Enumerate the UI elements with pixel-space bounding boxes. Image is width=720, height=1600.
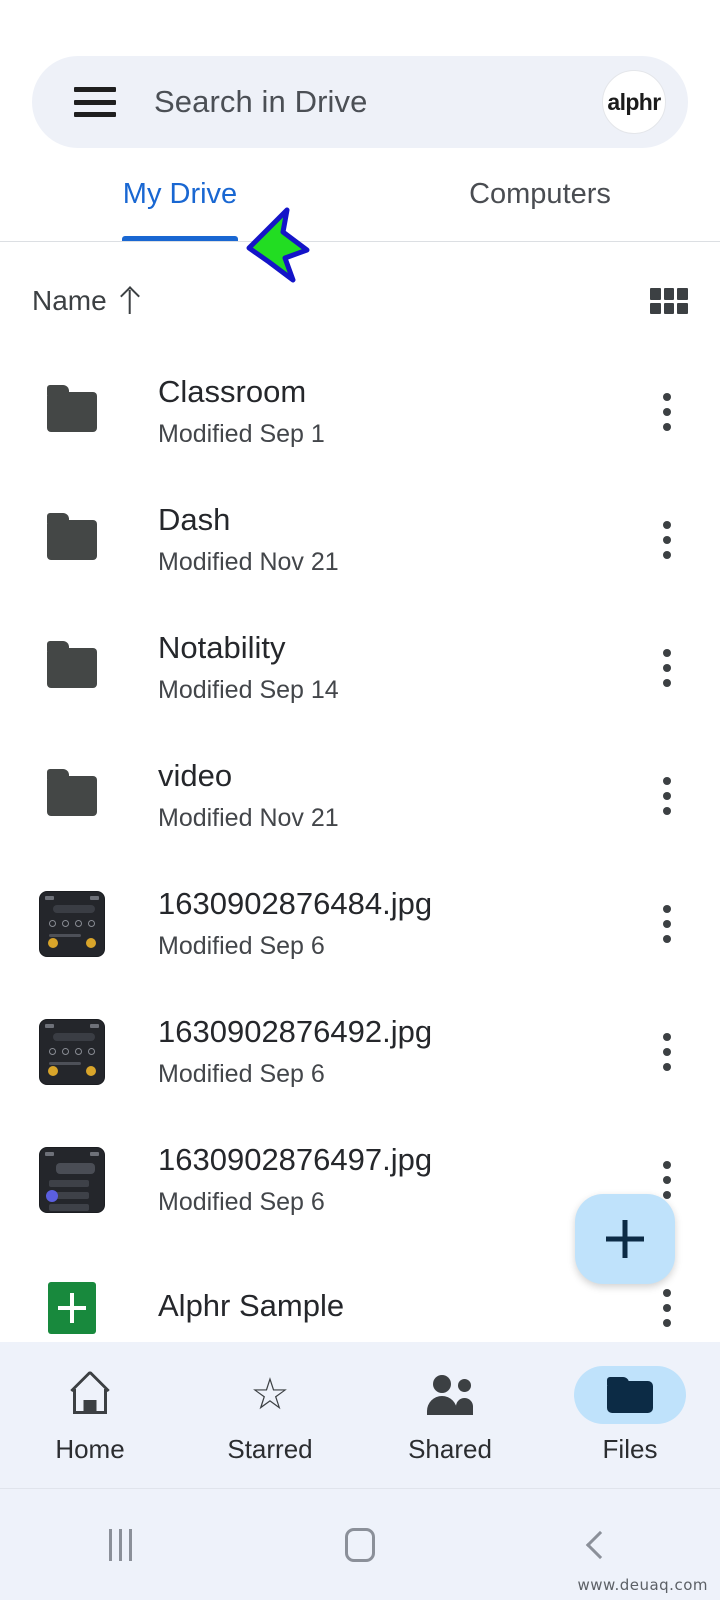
avatar[interactable]: alphr: [602, 70, 666, 134]
folder-icon: [36, 648, 108, 688]
nav-pill: [394, 1366, 506, 1424]
image-thumbnail: [36, 1019, 108, 1085]
list-item[interactable]: video Modified Nov 21: [0, 732, 720, 860]
file-name: 1630902876497.jpg: [158, 1140, 640, 1180]
list-item-texts: 1630902876484.jpg Modified Sep 6: [158, 884, 640, 964]
list-item-texts: Alphr Sample: [158, 1286, 640, 1330]
file-meta: Modified Nov 21: [158, 544, 640, 580]
file-name: Classroom: [158, 372, 640, 412]
watermark: www.deuaq.com: [578, 1576, 708, 1594]
list-item-texts: Notability Modified Sep 14: [158, 628, 640, 708]
list-item[interactable]: 1630902876492.jpg Modified Sep 6: [0, 988, 720, 1116]
more-options-icon[interactable]: [640, 766, 694, 826]
nav-item-shared-label: Shared: [408, 1434, 492, 1465]
file-name: Notability: [158, 628, 640, 668]
nav-item-files-label: Files: [603, 1434, 658, 1465]
nav-item-home-label: Home: [55, 1434, 124, 1465]
file-name: video: [158, 756, 640, 796]
file-meta: Modified Sep 1: [158, 416, 640, 452]
hamburger-line: [74, 112, 116, 117]
folder-icon: [36, 776, 108, 816]
file-name: Alphr Sample: [158, 1286, 640, 1326]
list-item[interactable]: Classroom Modified Sep 1: [0, 348, 720, 476]
file-name: 1630902876492.jpg: [158, 1012, 640, 1052]
home-button-icon: [345, 1528, 375, 1562]
nav-pill-active: [574, 1366, 686, 1424]
tab-divider: [0, 241, 720, 242]
sort-label: Name: [32, 285, 107, 317]
file-meta: Modified Sep 6: [158, 928, 640, 964]
nav-item-starred[interactable]: ☆ Starred: [180, 1366, 360, 1465]
sort-and-view-row: Name: [0, 268, 720, 334]
list-item-texts: video Modified Nov 21: [158, 756, 640, 836]
recents-button[interactable]: [0, 1529, 240, 1561]
list-item-texts: Classroom Modified Sep 1: [158, 372, 640, 452]
arrow-up-icon: [119, 288, 141, 314]
grid-cell: [650, 303, 661, 315]
tab-bar: My Drive Computers: [0, 168, 720, 242]
more-options-icon[interactable]: [640, 638, 694, 698]
search-placeholder-text: Search in Drive: [154, 84, 602, 120]
hamburger-menu-icon[interactable]: [74, 87, 116, 117]
hamburger-line: [74, 87, 116, 92]
nav-pill: [34, 1366, 146, 1424]
image-thumbnail: [36, 891, 108, 957]
star-icon: ☆: [249, 1375, 291, 1415]
home-button[interactable]: [240, 1528, 480, 1562]
file-meta: Modified Sep 14: [158, 672, 640, 708]
grid-cell: [677, 288, 688, 300]
more-options-icon[interactable]: [640, 1022, 694, 1082]
list-item-texts: 1630902876497.jpg Modified Sep 6: [158, 1140, 640, 1220]
tab-computers-label: Computers: [469, 178, 611, 211]
file-meta: Modified Sep 6: [158, 1184, 640, 1220]
list-item[interactable]: 1630902876484.jpg Modified Sep 6: [0, 860, 720, 988]
system-navigation-bar: www.deuaq.com: [0, 1488, 720, 1600]
tab-my-drive[interactable]: My Drive: [0, 168, 360, 242]
grid-cell: [650, 288, 661, 300]
home-icon: [69, 1375, 111, 1415]
tab-my-drive-label: My Drive: [123, 178, 237, 211]
search-input[interactable]: Search in Drive alphr: [32, 56, 688, 148]
avatar-label: alphr: [607, 89, 660, 116]
list-item-texts: 1630902876492.jpg Modified Sep 6: [158, 1012, 640, 1092]
nav-item-starred-label: Starred: [227, 1434, 312, 1465]
file-meta: Modified Nov 21: [158, 800, 640, 836]
app-screen: Search in Drive alphr My Drive Computers…: [0, 0, 720, 1600]
back-icon: [586, 1530, 614, 1558]
search-bar-container: Search in Drive alphr: [32, 56, 688, 148]
more-options-icon[interactable]: [640, 382, 694, 442]
nav-item-files[interactable]: Files: [540, 1366, 720, 1465]
list-item-texts: Dash Modified Nov 21: [158, 500, 640, 580]
google-sheets-icon: [36, 1282, 108, 1334]
more-options-icon[interactable]: [640, 1278, 694, 1338]
bottom-navigation-bar: Home ☆ Starred Shared Files: [0, 1342, 720, 1488]
add-new-button[interactable]: [575, 1194, 675, 1284]
list-item[interactable]: Dash Modified Nov 21: [0, 476, 720, 604]
grid-cell: [677, 303, 688, 315]
back-button[interactable]: [480, 1535, 720, 1555]
nav-pill: ☆: [214, 1366, 326, 1424]
image-thumbnail: [36, 1147, 108, 1213]
nav-item-home[interactable]: Home: [0, 1366, 180, 1465]
tab-computers[interactable]: Computers: [360, 168, 720, 242]
sort-button[interactable]: Name: [32, 285, 141, 317]
folder-icon: [36, 520, 108, 560]
recents-icon: [109, 1529, 132, 1561]
file-name: Dash: [158, 500, 640, 540]
folder-icon: [36, 392, 108, 432]
list-item[interactable]: Notability Modified Sep 14: [0, 604, 720, 732]
folder-icon: [607, 1377, 653, 1413]
file-name: 1630902876484.jpg: [158, 884, 640, 924]
nav-item-shared[interactable]: Shared: [360, 1366, 540, 1465]
grid-cell: [664, 288, 675, 300]
more-options-icon[interactable]: [640, 894, 694, 954]
grid-view-icon[interactable]: [650, 288, 688, 314]
plus-icon: [606, 1220, 644, 1258]
grid-cell: [664, 303, 675, 315]
file-meta: Modified Sep 6: [158, 1056, 640, 1092]
hamburger-line: [74, 100, 116, 105]
people-icon: [427, 1375, 473, 1415]
more-options-icon[interactable]: [640, 510, 694, 570]
